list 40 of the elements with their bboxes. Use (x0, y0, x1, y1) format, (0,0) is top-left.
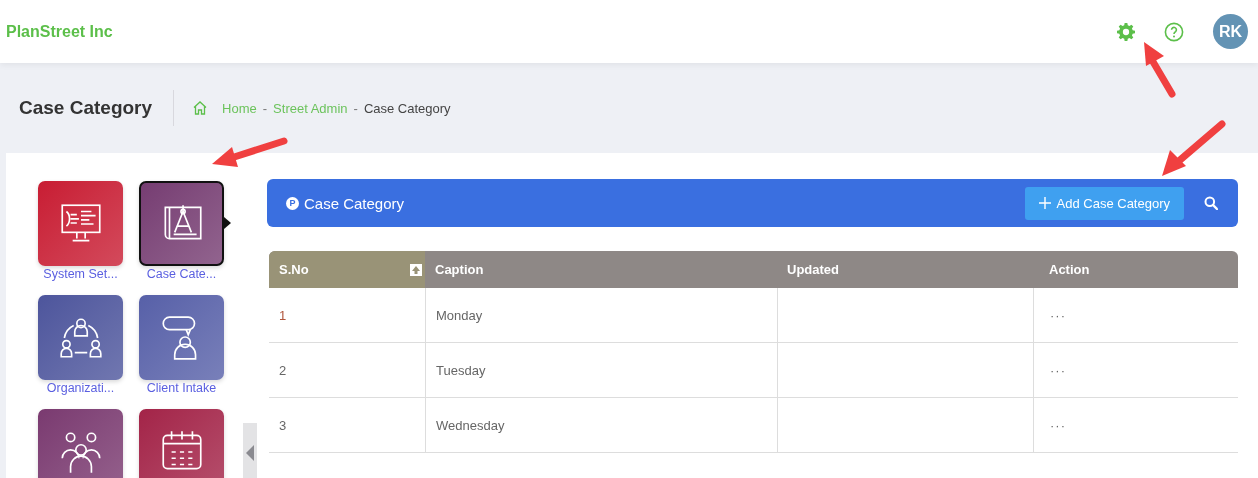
add-case-category-button[interactable]: Add Case Category (1024, 186, 1184, 220)
module-tile[interactable] (139, 181, 224, 266)
column-header[interactable]: Updated (787, 262, 839, 277)
table-cell: 2 (279, 362, 287, 378)
module-tile[interactable] (139, 409, 224, 478)
more-options-button[interactable]: ··· (1050, 417, 1066, 433)
tile-label[interactable]: Client Intake (146, 381, 217, 395)
plus-icon (1038, 197, 1051, 209)
table-cell: 3 (279, 417, 287, 433)
panel-title: Case Category (304, 194, 405, 212)
sort-up-icon[interactable] (410, 263, 422, 276)
column-header[interactable]: S.No (279, 262, 309, 277)
breadcrumb-current: Case Category (363, 100, 451, 116)
tile-label[interactable]: System Set... (43, 267, 118, 281)
collapse-handle[interactable] (243, 423, 257, 478)
column-header[interactable]: Action (1049, 262, 1090, 277)
breadcrumb-separator: - (353, 100, 358, 116)
table-cell: Monday (436, 307, 483, 323)
more-options-button[interactable]: ··· (1050, 307, 1066, 323)
p-badge: P (286, 196, 299, 210)
module-tile[interactable] (139, 295, 224, 380)
breadcrumb-link[interactable]: Home (222, 100, 257, 116)
table-cell: 1 (279, 307, 287, 323)
left-triangle-icon (246, 445, 254, 461)
breadcrumb-separator: - (262, 100, 268, 116)
more-options-button[interactable]: ··· (1050, 362, 1066, 378)
user-avatar[interactable]: RK (1213, 14, 1248, 49)
page-title: Case Category (19, 90, 175, 126)
pointer-icon (224, 217, 231, 229)
tile-label[interactable]: Case Cate... (146, 267, 217, 281)
tile-label[interactable]: Organizati... (46, 381, 115, 395)
brand-name[interactable]: PlanStreet Inc (6, 22, 113, 41)
table-cell: Tuesday (436, 362, 486, 378)
column-header[interactable]: Caption (435, 262, 484, 277)
module-tile[interactable] (38, 181, 123, 266)
module-tile[interactable] (38, 295, 123, 380)
table-cell: Wednesday (436, 417, 505, 433)
breadcrumb-link[interactable]: Street Admin (273, 100, 348, 116)
module-tile[interactable] (38, 409, 123, 478)
search-icon[interactable] (1204, 196, 1218, 210)
